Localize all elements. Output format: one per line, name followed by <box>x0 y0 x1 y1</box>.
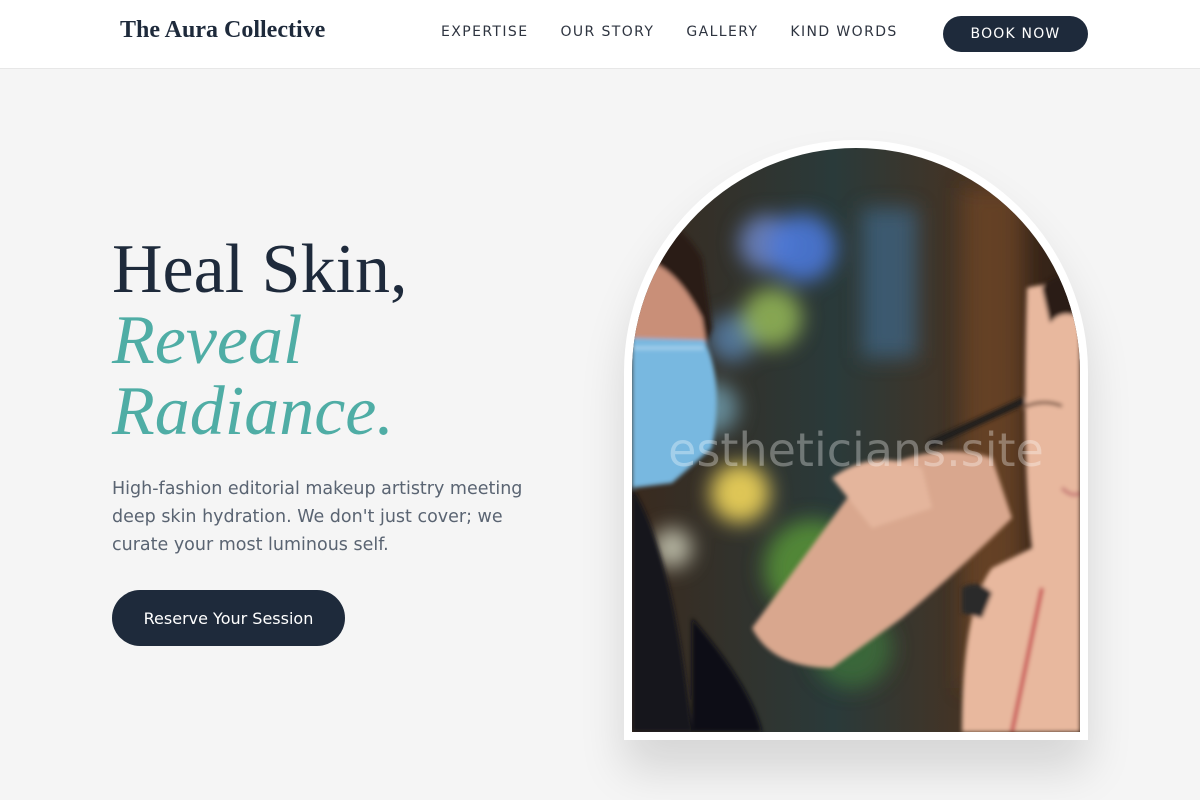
hero-description: High-fashion editorial makeup artistry m… <box>112 479 523 555</box>
reserve-session-button[interactable]: Reserve Your Session <box>112 590 345 646</box>
top-navbar: The Aura Collective EXPERTISE OUR STORY … <box>0 0 1200 69</box>
nav-link-kind-words[interactable]: KIND WORDS <box>790 24 897 40</box>
brand-logo[interactable]: The Aura Collective <box>120 17 325 44</box>
hero-title-accent-line2: Radiance. <box>112 373 394 450</box>
nav-link-gallery[interactable]: GALLERY <box>686 24 758 40</box>
hero-photo <box>632 148 1080 732</box>
hero-title-line1: Heal Skin, <box>112 231 408 308</box>
nav-link-expertise[interactable]: EXPERTISE <box>441 24 528 40</box>
nav-links: EXPERTISE OUR STORY GALLERY KIND WORDS <box>441 24 930 40</box>
hero-title: Heal Skin, Reveal Radiance. <box>112 234 572 447</box>
hero-title-accent-line1: Reveal <box>112 302 303 379</box>
nav-link-our-story[interactable]: OUR STORY <box>560 24 654 40</box>
book-now-button[interactable]: BOOK NOW <box>943 16 1088 52</box>
